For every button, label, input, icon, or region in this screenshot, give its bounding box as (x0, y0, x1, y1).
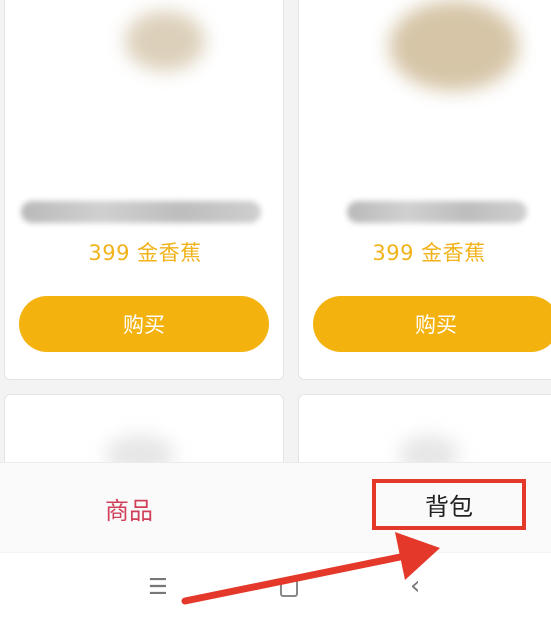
system-nav-bar: ☰ ‹ (0, 553, 551, 630)
product-card[interactable]: 399 金香蕉 购买 (298, 0, 551, 380)
bottom-tab-bar: 商品 背包 (0, 462, 551, 552)
tab-goods[interactable]: 商品 (105, 491, 153, 526)
product-card[interactable]: 399 金香蕉 购买 (4, 0, 284, 380)
product-image (125, 11, 205, 71)
home-icon[interactable] (280, 579, 298, 597)
product-image (389, 1, 519, 91)
back-icon[interactable]: ‹ (410, 571, 420, 601)
tab-bag-label: 背包 (425, 493, 473, 521)
product-name-blurred (347, 201, 527, 223)
product-price: 399 金香蕉 (88, 241, 202, 265)
product-name-blurred (21, 201, 261, 223)
buy-button[interactable]: 购买 (313, 296, 551, 352)
product-price: 399 金香蕉 (372, 241, 486, 265)
buy-button[interactable]: 购买 (19, 296, 269, 352)
menu-icon[interactable]: ☰ (148, 575, 168, 600)
tab-bag-highlighted[interactable]: 背包 (372, 479, 526, 530)
